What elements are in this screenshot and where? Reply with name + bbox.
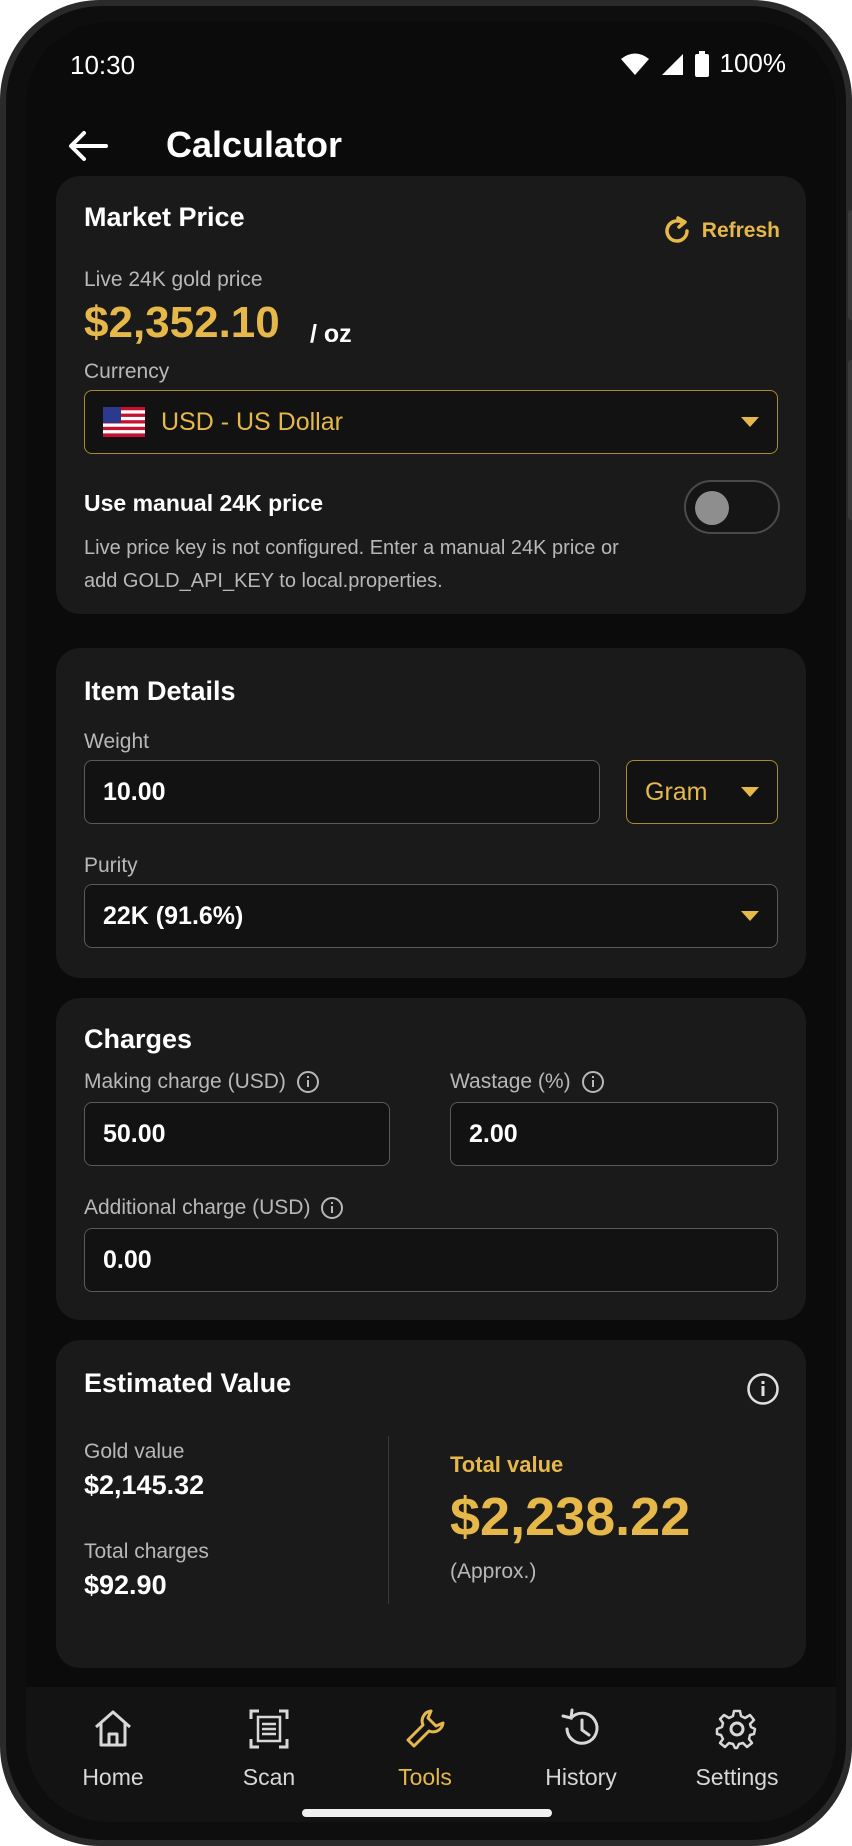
refresh-icon	[665, 216, 689, 243]
chevron-down-icon	[741, 911, 759, 921]
weight-value: 10.00	[103, 777, 166, 806]
currency-select[interactable]: USD - US Dollar	[84, 390, 778, 454]
manual-price-toggle[interactable]	[684, 480, 780, 534]
chevron-down-icon	[741, 417, 759, 427]
wrench-icon	[406, 1709, 445, 1748]
weight-unit-value: Gram	[645, 777, 708, 806]
weight-input[interactable]: 10.00	[84, 760, 600, 824]
live-price-subtitle: Live 24K gold price	[84, 268, 263, 291]
making-charge-input[interactable]: 50.00	[84, 1102, 390, 1166]
signal-icon	[661, 53, 683, 75]
total-charges-value: $92.90	[84, 1570, 167, 1600]
power-button	[848, 360, 852, 520]
nav-home[interactable]: Home	[48, 1707, 178, 1791]
wastage-input[interactable]: 2.00	[450, 1102, 778, 1166]
market-price-value: $2,352.10	[84, 298, 280, 347]
refresh-button[interactable]: Refresh	[662, 216, 780, 246]
weight-unit-select[interactable]: Gram	[626, 760, 778, 824]
nav-settings-label: Settings	[695, 1764, 779, 1790]
battery-icon	[694, 50, 709, 77]
screen: 10:30 100% Calculator Market Price Refre…	[26, 22, 836, 1822]
home-indicator[interactable]	[302, 1809, 552, 1817]
gold-value-label: Gold value	[84, 1440, 185, 1463]
us-flag-icon	[103, 407, 145, 437]
total-value-label: Total value	[450, 1452, 564, 1477]
currency-value: USD - US Dollar	[161, 407, 343, 436]
making-charge-value: 50.00	[103, 1119, 166, 1148]
gold-value: $2,145.32	[84, 1470, 205, 1500]
estimated-value-title: Estimated Value	[84, 1368, 292, 1398]
wastage-value: 2.00	[469, 1119, 518, 1148]
info-icon[interactable]	[320, 1196, 344, 1220]
market-price-title: Market Price	[84, 202, 245, 232]
currency-label: Currency	[84, 360, 170, 383]
nav-scan-label: Scan	[242, 1764, 296, 1790]
estimated-value-card: Estimated Value Gold value $2,145.32 Tot…	[56, 1340, 806, 1668]
nav-history[interactable]: History	[516, 1707, 646, 1791]
value-divider	[388, 1436, 389, 1604]
item-details-card: Item Details Weight 10.00 Gram Purity 22…	[56, 648, 806, 978]
status-time: 10:30	[70, 50, 136, 80]
weight-label: Weight	[84, 730, 149, 753]
nav-scan[interactable]: Scan	[204, 1707, 334, 1791]
home-icon	[95, 1710, 131, 1747]
volume-button	[848, 210, 852, 320]
nav-tools[interactable]: Tools	[360, 1707, 490, 1791]
info-icon[interactable]	[746, 1372, 780, 1406]
approx-note: (Approx.)	[450, 1560, 537, 1583]
total-value: $2,238.22	[450, 1487, 691, 1547]
phone-bezel: 10:30 100% Calculator Market Price Refre…	[6, 6, 846, 1840]
market-price-card: Market Price Refresh Live 24K gold price…	[56, 176, 806, 614]
toggle-thumb	[695, 491, 729, 525]
purity-select[interactable]: 22K (91.6%)	[84, 884, 778, 948]
charges-card: Charges Making charge (USD) 50.00 Wastag…	[56, 998, 806, 1320]
additional-charge-label: Additional charge (USD)	[84, 1196, 311, 1219]
refresh-label: Refresh	[701, 219, 780, 242]
status-bar: 10:30 100%	[26, 22, 836, 102]
manual-price-label: Use manual 24K price	[84, 490, 324, 516]
info-icon[interactable]	[296, 1070, 320, 1094]
item-details-title: Item Details	[84, 676, 236, 706]
purity-value: 22K (91.6%)	[103, 901, 244, 930]
wastage-label: Wastage (%)	[450, 1070, 571, 1093]
total-charges-label: Total charges	[84, 1540, 209, 1563]
gear-icon	[715, 1709, 757, 1750]
nav-settings[interactable]: Settings	[672, 1707, 802, 1791]
nav-home-label: Home	[82, 1764, 144, 1790]
back-arrow-icon[interactable]	[66, 124, 110, 168]
page-title: Calculator	[166, 124, 343, 165]
wifi-icon	[620, 53, 649, 75]
additional-charge-value: 0.00	[103, 1245, 152, 1274]
history-icon	[561, 1708, 599, 1745]
bottom-nav: Home Scan Tools History Settings	[26, 1687, 836, 1822]
scan-icon	[249, 1709, 289, 1749]
nav-tools-label: Tools	[398, 1764, 452, 1790]
price-unit: / oz	[310, 320, 352, 348]
phone-frame: 10:30 100% Calculator Market Price Refre…	[0, 0, 852, 1846]
api-key-note: Live price key is not configured. Enter …	[84, 537, 619, 592]
battery-level: 100%	[719, 48, 787, 78]
info-icon[interactable]	[581, 1070, 605, 1094]
purity-label: Purity	[84, 854, 138, 877]
chevron-down-icon	[741, 787, 759, 797]
charges-title: Charges	[84, 1024, 193, 1054]
additional-charge-input[interactable]: 0.00	[84, 1228, 778, 1292]
making-charge-label: Making charge (USD)	[84, 1070, 286, 1093]
nav-history-label: History	[545, 1764, 617, 1790]
